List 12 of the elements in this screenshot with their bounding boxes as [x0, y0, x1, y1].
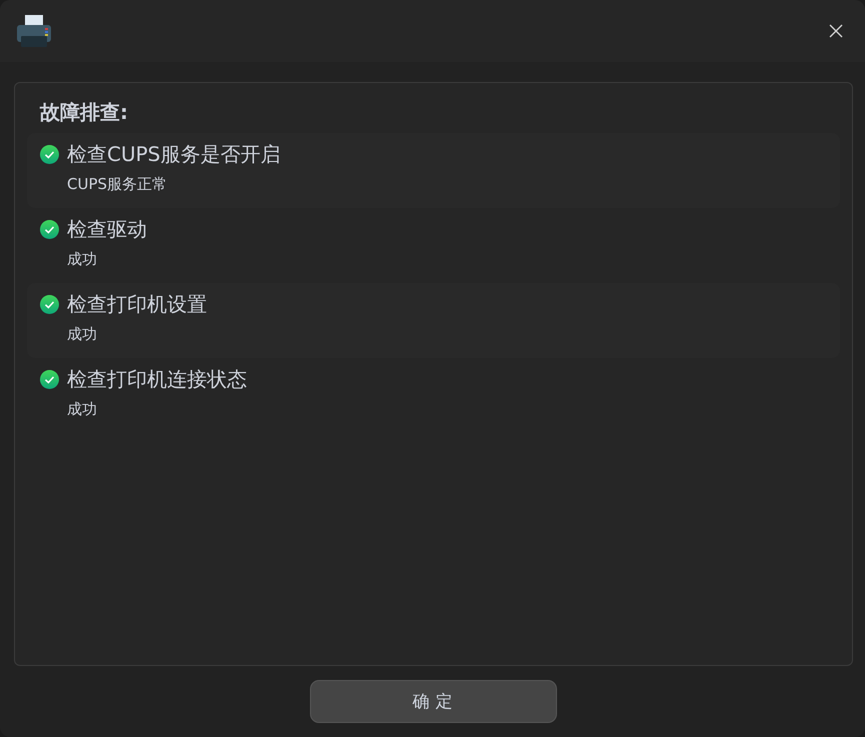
check-title: 检查驱动 [67, 216, 147, 242]
check-title: 检查打印机连接状态 [67, 366, 247, 392]
check-result: 成功 [66, 400, 98, 419]
close-icon[interactable] [829, 24, 843, 38]
check-result: 成功 [66, 250, 98, 269]
check-result: CUPS服务正常 [66, 175, 168, 194]
printer-icon [16, 14, 52, 48]
section-heading: 故障排查: [38, 99, 129, 126]
check-result: 成功 [66, 325, 98, 344]
check-title: 检查打印机设置 [67, 290, 207, 318]
check-title: 检查CUPS服务是否开启 [67, 140, 280, 168]
confirm-button[interactable]: 确定 [310, 680, 557, 723]
